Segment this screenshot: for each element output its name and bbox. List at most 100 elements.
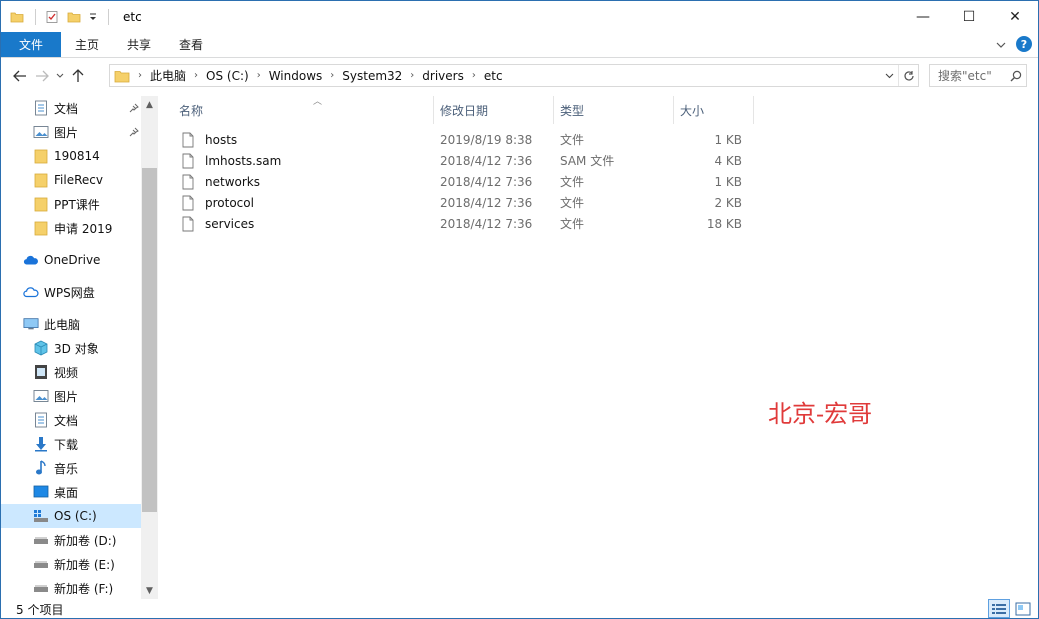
file-size: 4 KB (714, 153, 742, 168)
column-header-size[interactable]: 大小 (674, 96, 754, 124)
folder-icon (33, 196, 49, 212)
up-arrow-icon[interactable] (67, 64, 89, 88)
sidebar-item-label: 桌面 (54, 485, 79, 500)
table-row[interactable]: networks 2018/4/12 7:36 文件 1 KB (173, 171, 748, 192)
sidebar-item-os-c[interactable]: OS (C:) (1, 504, 141, 528)
sidebar-item-label: 音乐 (54, 461, 79, 476)
sidebar-item-videos[interactable]: 视频 (1, 360, 141, 384)
column-headers: ︿ 名称 修改日期 类型 大小 (173, 96, 754, 124)
search-box[interactable] (929, 64, 1027, 87)
ribbon-right-controls: ? (996, 36, 1032, 52)
sidebar-item-pictures[interactable]: 图片 (1, 384, 141, 408)
sidebar-item-190814[interactable]: 190814 (1, 144, 141, 168)
chevron-right-icon[interactable]: › (190, 70, 202, 81)
sidebar-item-wps[interactable]: WPS网盘 (1, 280, 141, 304)
details-view-icon[interactable] (988, 599, 1010, 618)
new-folder-icon[interactable] (66, 9, 82, 25)
folder-icon[interactable] (9, 9, 25, 25)
file-size: 1 KB (714, 174, 742, 189)
crumb-this-pc[interactable]: 此电脑 (146, 67, 190, 84)
sidebar-item-pictures-quick[interactable]: 图片 (1, 120, 141, 144)
column-header-type[interactable]: 类型 (554, 96, 674, 124)
sidebar-item-3d-objects[interactable]: 3D 对象 (1, 336, 141, 360)
large-icons-view-icon[interactable] (1012, 599, 1034, 618)
pin-icon[interactable] (129, 126, 139, 140)
chevron-right-icon[interactable]: › (468, 70, 480, 81)
navigation-row: › 此电脑 › OS (C:) › Windows › System32 › d… (1, 59, 1038, 92)
column-header-name[interactable]: 名称 (173, 96, 434, 124)
file-name: networks (205, 174, 260, 189)
forward-arrow-icon[interactable] (31, 64, 53, 88)
table-row[interactable]: lmhosts.sam 2018/4/12 7:36 SAM 文件 4 KB (173, 150, 748, 171)
sidebar-item-this-pc[interactable]: 此电脑 (1, 312, 141, 336)
recent-locations-icon[interactable] (53, 64, 67, 88)
sort-ascending-icon: ︿ (313, 97, 323, 107)
search-input[interactable] (938, 68, 1008, 83)
sidebar-item-desktop[interactable]: 桌面 (1, 480, 141, 504)
chevron-right-icon[interactable]: › (326, 70, 338, 81)
tab-home[interactable]: 主页 (61, 32, 113, 57)
file-icon (182, 153, 196, 169)
sidebar-item-filerecv[interactable]: FileRecv (1, 168, 141, 192)
file-size: 18 KB (706, 216, 742, 231)
sidebar-item-application-2019[interactable]: 申请 2019 (1, 216, 141, 240)
sidebar-item-music[interactable]: 音乐 (1, 456, 141, 480)
table-row[interactable]: hosts 2019/8/19 8:38 文件 1 KB (173, 129, 748, 150)
help-icon[interactable]: ? (1016, 36, 1032, 52)
refresh-icon[interactable] (898, 65, 918, 86)
customize-toolbar-icon[interactable] (88, 9, 98, 25)
back-arrow-icon[interactable] (9, 64, 31, 88)
sidebar-item-documents-quick[interactable]: 文档 (1, 96, 141, 120)
crumb-etc[interactable]: etc (480, 69, 507, 83)
file-date: 2018/4/12 7:36 (440, 195, 533, 210)
crumb-system32[interactable]: System32 (338, 69, 406, 83)
drive-icon (33, 532, 49, 548)
chevron-right-icon[interactable]: › (134, 70, 146, 81)
sidebar-item-downloads[interactable]: 下载 (1, 432, 141, 456)
crumb-windows[interactable]: Windows (265, 69, 327, 83)
address-history-dropdown-icon[interactable] (880, 65, 898, 86)
properties-icon[interactable] (44, 9, 60, 25)
expand-ribbon-icon[interactable] (996, 37, 1006, 51)
sidebar-item-label: OS (C:) (54, 509, 97, 523)
sidebar-item-label: 申请 2019 (54, 221, 113, 236)
window-controls: — ☐ ✕ (900, 1, 1038, 32)
sidebar-item-documents[interactable]: 文档 (1, 408, 141, 432)
file-date: 2018/4/12 7:36 (440, 216, 533, 231)
crumb-drivers[interactable]: drivers (418, 69, 468, 83)
sidebar-item-label: OneDrive (44, 253, 101, 267)
tab-file[interactable]: 文件 (1, 32, 62, 57)
sidebar-item-label: FileRecv (54, 173, 103, 187)
onedrive-cloud-icon (23, 252, 39, 268)
crumb-os-c[interactable]: OS (C:) (202, 69, 253, 83)
table-row[interactable]: services 2018/4/12 7:36 文件 18 KB (173, 213, 748, 234)
table-row[interactable]: protocol 2018/4/12 7:36 文件 2 KB (173, 192, 748, 213)
close-button[interactable]: ✕ (992, 1, 1038, 32)
title-bar: etc — ☐ ✕ (1, 1, 1038, 32)
nav-scrollbar[interactable]: ▲ ▼ (141, 96, 158, 599)
scrollbar-thumb[interactable] (142, 168, 157, 512)
wps-cloud-icon (23, 284, 39, 300)
sidebar-item-drive-f[interactable]: 新加卷 (F:) (1, 576, 141, 599)
sidebar-item-label: PPT课件 (54, 197, 100, 212)
tab-share[interactable]: 共享 (113, 32, 165, 57)
scroll-up-icon[interactable]: ▲ (141, 96, 158, 113)
sidebar-item-onedrive[interactable]: OneDrive (1, 248, 141, 272)
maximize-button[interactable]: ☐ (946, 1, 992, 32)
sidebar-item-drive-e[interactable]: 新加卷 (E:) (1, 552, 141, 576)
document-icon (33, 412, 49, 428)
column-header-date[interactable]: 修改日期 (434, 96, 554, 124)
pin-icon[interactable] (129, 102, 139, 116)
search-icon[interactable] (1010, 70, 1022, 82)
address-bar[interactable]: › 此电脑 › OS (C:) › Windows › System32 › d… (109, 64, 919, 87)
chevron-right-icon[interactable]: › (253, 70, 265, 81)
minimize-button[interactable]: — (900, 1, 946, 32)
sidebar-item-drive-d[interactable]: 新加卷 (D:) (1, 528, 141, 552)
watermark-text: 北京-宏哥 (768, 400, 873, 428)
scroll-down-icon[interactable]: ▼ (141, 582, 158, 599)
chevron-right-icon[interactable]: › (406, 70, 418, 81)
sidebar-item-ppt[interactable]: PPT课件 (1, 192, 141, 216)
desktop-icon (33, 484, 49, 500)
file-type: SAM 文件 (560, 154, 615, 168)
tab-view[interactable]: 查看 (165, 32, 217, 57)
